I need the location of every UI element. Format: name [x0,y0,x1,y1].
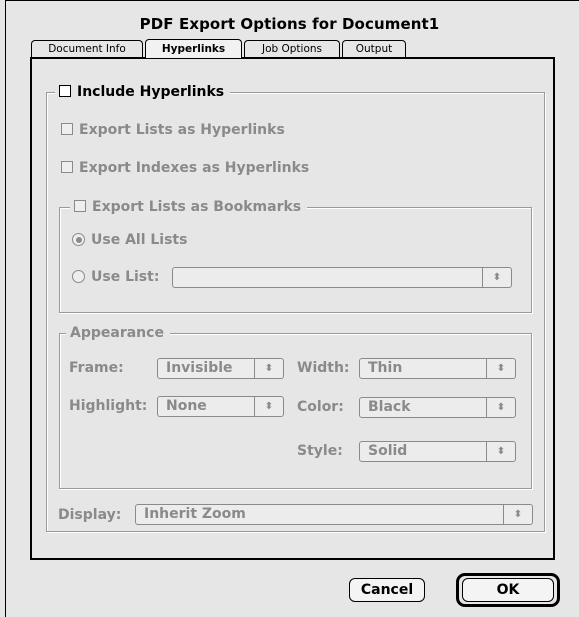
tab-job-options[interactable]: Job Options [244,40,340,57]
color-popup[interactable]: Black ⬍ [359,397,516,418]
export-lists-bookmarks-label: Export Lists as Bookmarks [92,199,302,215]
include-hyperlinks-legend[interactable]: Include Hyperlinks [55,83,231,101]
frame-popup[interactable]: Invisible ⬍ [157,358,284,379]
ok-button[interactable]: OK [462,578,554,602]
highlight-value: None [166,398,207,414]
bookmarks-legend[interactable]: Export Lists as Bookmarks [70,198,308,216]
use-all-lists-radio[interactable] [72,233,85,246]
tab-hyperlinks[interactable]: Hyperlinks [145,39,242,58]
dialog-left-edge [5,0,6,617]
highlight-popup[interactable]: None ⬍ [157,396,284,417]
appearance-group: Appearance Frame: Invisible ⬍ Width: Thi… [59,324,532,489]
highlight-label: Highlight: [69,398,148,414]
use-list-radio[interactable] [72,270,85,283]
use-all-lists-row[interactable]: Use All Lists [72,232,187,248]
tab-document-info[interactable]: Document Info [31,40,143,57]
display-value: Inherit Zoom [144,506,246,522]
updown-arrows-icon: ⬍ [486,398,515,417]
updown-arrows-icon: ⬍ [486,442,515,461]
export-indexes-hyperlinks-row[interactable]: Export Indexes as Hyperlinks [61,160,309,176]
appearance-legend: Appearance [66,324,170,342]
export-lists-hyperlinks-label: Export Lists as Hyperlinks [79,122,285,138]
color-value: Black [368,399,411,415]
display-label: Display: [58,507,122,523]
use-list-popup[interactable]: ⬍ [172,267,512,288]
width-label: Width: [297,360,350,376]
style-value: Solid [368,443,408,459]
style-popup[interactable]: Solid ⬍ [359,441,516,462]
tab-output[interactable]: Output [342,40,406,57]
tab-panel: Include Hyperlinks Export Lists as Hyper… [30,57,555,560]
frame-label: Frame: [69,360,124,376]
updown-arrows-icon: ⬍ [503,505,532,524]
updown-arrows-icon: ⬍ [254,397,283,416]
include-hyperlinks-checkbox[interactable] [59,85,71,97]
cancel-button[interactable]: Cancel [349,578,425,602]
export-lists-hyperlinks-row[interactable]: Export Lists as Hyperlinks [61,122,285,138]
include-hyperlinks-label: Include Hyperlinks [77,84,225,100]
export-lists-hyperlinks-checkbox[interactable] [61,123,73,135]
include-hyperlinks-group: Include Hyperlinks Export Lists as Hyper… [46,83,545,532]
use-all-lists-label: Use All Lists [91,232,188,248]
display-popup[interactable]: Inherit Zoom ⬍ [135,504,533,525]
width-popup[interactable]: Thin ⬍ [359,358,516,379]
export-indexes-hyperlinks-checkbox[interactable] [61,161,73,173]
dialog-top-edge [5,0,579,1]
updown-arrows-icon: ⬍ [482,268,511,287]
width-value: Thin [368,360,403,376]
style-label: Style: [297,443,343,459]
updown-arrows-icon: ⬍ [486,359,515,378]
color-label: Color: [297,399,344,415]
frame-value: Invisible [166,360,233,376]
updown-arrows-icon: ⬍ [254,359,283,378]
export-lists-bookmarks-checkbox[interactable] [74,200,86,212]
export-indexes-hyperlinks-label: Export Indexes as Hyperlinks [79,160,310,176]
use-list-row[interactable]: Use List: [72,269,159,285]
use-list-label: Use List: [91,269,160,285]
bookmarks-group: Export Lists as Bookmarks Use All Lists … [59,198,532,313]
dialog-title: PDF Export Options for Document1 [139,15,440,33]
